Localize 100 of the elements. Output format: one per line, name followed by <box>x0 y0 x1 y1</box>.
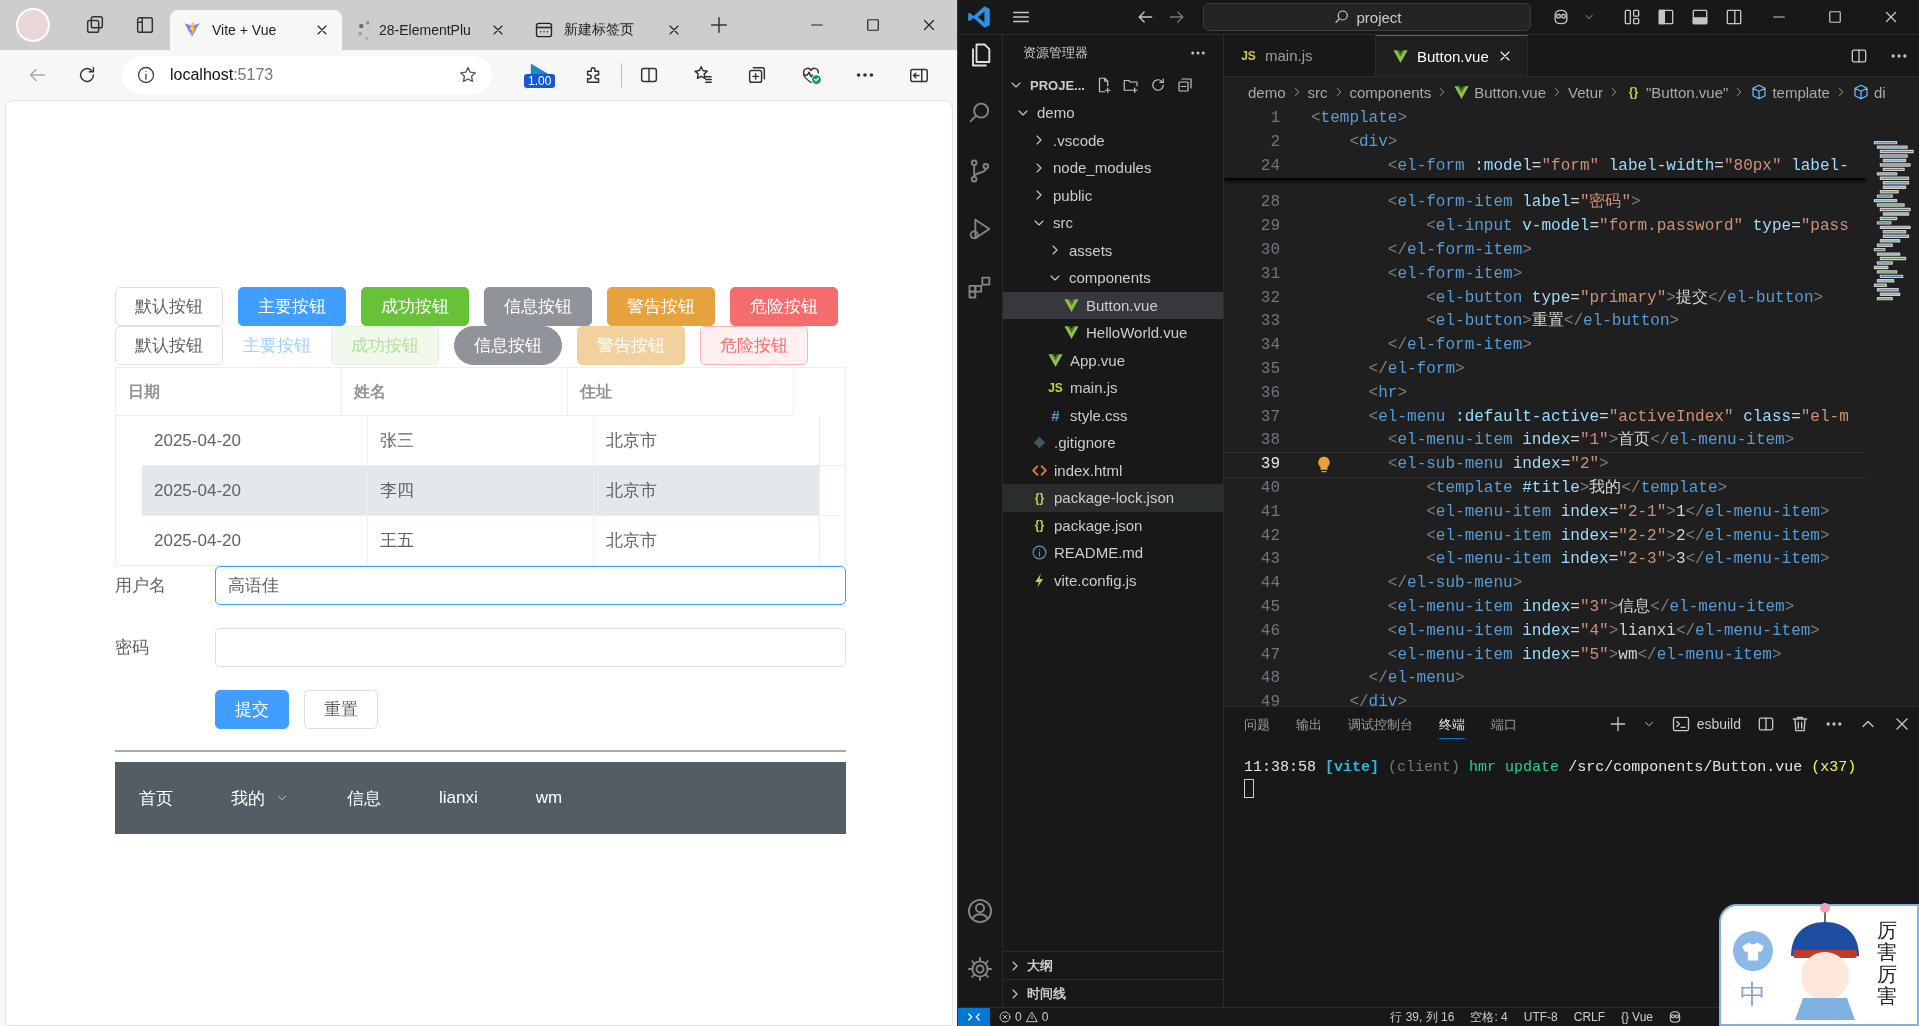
input-field[interactable] <box>215 628 846 667</box>
browser-tab[interactable]: 28-ElementPlu <box>346 10 518 50</box>
line-number: 37 <box>1259 406 1280 428</box>
panel-tab[interactable]: 端口 <box>1491 709 1517 739</box>
section-header[interactable]: 大纲 <box>1003 951 1223 979</box>
search-field[interactable]: project <box>1203 3 1531 31</box>
table-cell: 李四 <box>368 466 594 515</box>
address-bar[interactable]: localhost:5173 <box>122 56 492 94</box>
input-field[interactable]: 高语佳 <box>215 566 846 605</box>
breadcrumb-item[interactable]: Button.vue <box>1453 83 1546 101</box>
loading-icon <box>358 20 369 40</box>
code-line: <el-input v-model="form.password" type="pass <box>1426 216 1849 238</box>
code-line: <el-menu-item index="2-3">3</el-menu-item> <box>1426 549 1830 571</box>
problems-indicator[interactable]: 0 0 <box>998 1010 1049 1024</box>
secondary-sidebar-icon[interactable] <box>1724 7 1744 27</box>
layout-icon[interactable] <box>1622 7 1642 27</box>
project-title[interactable]: PROJE... <box>1030 77 1085 93</box>
terminal-cursor <box>1244 779 1254 798</box>
button[interactable]: 重置 <box>304 690 378 729</box>
file-tree-item[interactable]: index.html <box>1003 456 1223 484</box>
favorites-icon[interactable] <box>692 64 715 86</box>
line-number: 31 <box>1259 263 1280 285</box>
tab-actions-icon[interactable] <box>134 14 156 36</box>
breadcrumb-item[interactable]: Vetur <box>1567 83 1603 101</box>
file-tree-item[interactable]: demo <box>1003 99 1223 127</box>
line-number: 47 <box>1259 644 1280 666</box>
panel-tab[interactable]: 终端 <box>1439 709 1465 739</box>
vue-icon <box>1392 47 1409 65</box>
browser-tab[interactable]: Vite + Vue <box>170 10 342 50</box>
file-tree-item[interactable]: .gitignore <box>1003 429 1223 457</box>
menu-item[interactable]: 信息 <box>323 762 405 834</box>
primary-sidebar-icon[interactable] <box>1656 7 1676 27</box>
workspaces-icon[interactable] <box>84 14 106 36</box>
file-tree-item[interactable]: {} package.json <box>1003 511 1223 539</box>
file-tree-item[interactable]: Button.vue <box>1003 291 1223 319</box>
menu-item[interactable]: wm <box>511 762 587 834</box>
code-line: <el-menu-item index="4">lianxi</el-menu-item> <box>1387 620 1820 642</box>
editor-tab[interactable]: Button.vue <box>1376 35 1528 76</box>
breadcrumb-item[interactable]: {} "Button.vue" <box>1625 83 1729 101</box>
panel-tab[interactable]: 问题 <box>1244 709 1270 739</box>
breadcrumb-item[interactable]: di <box>1851 83 1886 101</box>
status-item[interactable]: {} Vue <box>1621 1010 1653 1024</box>
file-tree-item[interactable]: components <box>1003 264 1223 292</box>
section-header[interactable]: 时间线 <box>1003 979 1223 1007</box>
file-tree-item[interactable]: node_modules <box>1003 154 1223 182</box>
field-label: 用户名 <box>115 575 167 597</box>
file-tree-item[interactable]: public <box>1003 181 1223 209</box>
status-item[interactable]: CRLF <box>1573 1010 1606 1024</box>
trash-icon[interactable] <box>1790 714 1810 734</box>
file-tree-item[interactable]: {} package-lock.json <box>1003 484 1223 512</box>
code-line: <el-sub-menu index="2"> <box>1387 454 1609 476</box>
button[interactable]: 默认按钮 <box>115 287 223 326</box>
maximize-icon[interactable] <box>864 16 882 34</box>
logo-icon <box>966 4 992 30</box>
browser-tab[interactable]: 新建标签页 <box>522 10 694 50</box>
settings-icon[interactable] <box>966 955 994 983</box>
copilot-icon[interactable] <box>1667 1009 1683 1025</box>
file-tree-item[interactable]: vite.config.js <box>1003 566 1223 594</box>
file-tree-item[interactable]: assets <box>1003 236 1223 264</box>
breadcrumb-item[interactable]: demo <box>1248 83 1286 101</box>
file-tree-item[interactable]: README.md <box>1003 539 1223 567</box>
menu-item[interactable]: 首页 <box>115 762 197 834</box>
breadcrumb-item[interactable]: template <box>1750 83 1830 101</box>
menu-item[interactable]: 我的 <box>207 762 313 834</box>
status-item[interactable]: 行 39, 列 16 <box>1390 1008 1455 1026</box>
account-icon[interactable] <box>966 897 994 925</box>
new-tab-icon[interactable] <box>708 14 730 36</box>
tab-title: 新建标签页 <box>564 21 635 39</box>
breadcrumb-item[interactable]: src <box>1307 83 1328 101</box>
star-icon[interactable] <box>458 65 478 85</box>
maximize-icon[interactable] <box>1826 8 1844 26</box>
status-item[interactable]: 空格: 4 <box>1470 1008 1508 1026</box>
terminal-selector[interactable]: esbuild <box>1670 714 1741 734</box>
collapse-icon[interactable] <box>1175 76 1194 94</box>
error-icon <box>998 1010 1012 1024</box>
panel-tab[interactable]: 调试控制台 <box>1348 709 1413 739</box>
remote-icon[interactable] <box>958 1008 990 1026</box>
file-tree-item[interactable]: JS main.js <box>1003 374 1223 402</box>
line-number: 38 <box>1259 430 1280 452</box>
panel-tab[interactable]: 输出 <box>1296 709 1322 739</box>
line-number: 24 <box>1259 155 1280 177</box>
cube-icon <box>1851 83 1870 101</box>
line-number: 40 <box>1259 477 1280 499</box>
code-line: </el-menu> <box>1368 668 1465 690</box>
line-number: 34 <box>1259 335 1280 357</box>
file-tree-item[interactable]: HelloWorld.vue <box>1003 319 1223 347</box>
code-line: <el-form-item label="密码"> <box>1387 191 1641 214</box>
file-tree-item[interactable]: src <box>1003 209 1223 237</box>
panel-icon[interactable] <box>1690 7 1710 27</box>
breadcrumb-item[interactable]: components <box>1349 83 1432 101</box>
info-icon[interactable] <box>136 65 156 85</box>
button[interactable]: 默认按钮 <box>115 326 223 365</box>
file-tree-item[interactable]: App.vue <box>1003 346 1223 374</box>
status-item[interactable]: UTF-8 <box>1523 1010 1558 1024</box>
file-tree-item[interactable]: .vscode <box>1003 126 1223 154</box>
extension-button[interactable]: 1.00 <box>524 62 556 88</box>
vue-icon <box>1047 351 1064 369</box>
file-tree-item[interactable]: # style.css <box>1003 401 1223 429</box>
menu-item[interactable]: lianxi <box>415 762 502 834</box>
tab-title: Vite + Vue <box>212 22 278 38</box>
